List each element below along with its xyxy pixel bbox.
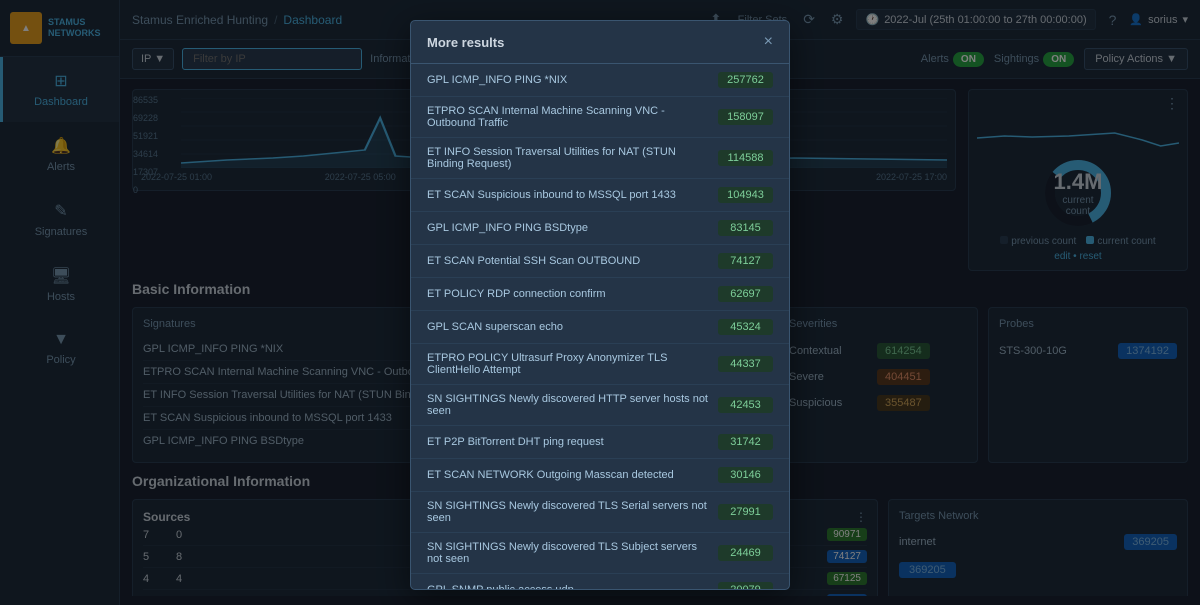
modal-sig-name-7: GPL SCAN superscan echo bbox=[427, 321, 718, 333]
modal-overlay: More results × GPL ICMP_INFO PING *NIX 2… bbox=[0, 0, 1200, 605]
modal-row-11: ET SCAN NETWORK Outgoing Masscan detecte… bbox=[411, 459, 789, 492]
modal-count-13: 24469 bbox=[718, 545, 773, 561]
modal-row-12: SN SIGHTINGS Newly discovered TLS Serial… bbox=[411, 492, 789, 533]
modal-row-9: SN SIGHTINGS Newly discovered HTTP serve… bbox=[411, 385, 789, 426]
modal-sig-name-5: ET SCAN Potential SSH Scan OUTBOUND bbox=[427, 255, 718, 267]
modal-sig-name-4: GPL ICMP_INFO PING BSDtype bbox=[427, 222, 718, 234]
modal-count-6: 62697 bbox=[718, 286, 773, 302]
modal-count-11: 30146 bbox=[718, 467, 773, 483]
modal-count-1: 158097 bbox=[718, 109, 773, 125]
modal-sig-name-9: SN SIGHTINGS Newly discovered HTTP serve… bbox=[427, 393, 718, 417]
modal-row-7: GPL SCAN superscan echo 45324 bbox=[411, 311, 789, 344]
modal-row-5: ET SCAN Potential SSH Scan OUTBOUND 7412… bbox=[411, 245, 789, 278]
modal-sig-name-14: GPL SNMP public access udp bbox=[427, 584, 718, 589]
modal-sig-name-1: ETPRO SCAN Internal Machine Scanning VNC… bbox=[427, 105, 718, 129]
modal-count-0: 257762 bbox=[718, 72, 773, 88]
modal-count-8: 44337 bbox=[718, 356, 773, 372]
modal-row-14: GPL SNMP public access udp 20079 bbox=[411, 574, 789, 589]
modal-count-10: 31742 bbox=[718, 434, 773, 450]
modal-row-6: ET POLICY RDP connection confirm 62697 bbox=[411, 278, 789, 311]
modal-count-5: 74127 bbox=[718, 253, 773, 269]
modal-sig-name-13: SN SIGHTINGS Newly discovered TLS Subjec… bbox=[427, 541, 718, 565]
modal-title: More results bbox=[427, 35, 504, 50]
modal-row-8: ETPRO POLICY Ultrasurf Proxy Anonymizer … bbox=[411, 344, 789, 385]
modal-count-14: 20079 bbox=[718, 582, 773, 589]
modal-count-2: 114588 bbox=[718, 150, 773, 166]
modal-count-12: 27991 bbox=[718, 504, 773, 520]
modal-sig-name-11: ET SCAN NETWORK Outgoing Masscan detecte… bbox=[427, 469, 718, 481]
modal-row-2: ET INFO Session Traversal Utilities for … bbox=[411, 138, 789, 179]
modal-header: More results × bbox=[411, 21, 789, 64]
modal-row-3: ET SCAN Suspicious inbound to MSSQL port… bbox=[411, 179, 789, 212]
modal-count-3: 104943 bbox=[718, 187, 773, 203]
modal-count-4: 83145 bbox=[718, 220, 773, 236]
modal-sig-name-6: ET POLICY RDP connection confirm bbox=[427, 288, 718, 300]
modal-count-7: 45324 bbox=[718, 319, 773, 335]
more-results-modal: More results × GPL ICMP_INFO PING *NIX 2… bbox=[410, 20, 790, 590]
modal-sig-name-2: ET INFO Session Traversal Utilities for … bbox=[427, 146, 718, 170]
modal-row-1: ETPRO SCAN Internal Machine Scanning VNC… bbox=[411, 97, 789, 138]
modal-row-0: GPL ICMP_INFO PING *NIX 257762 bbox=[411, 64, 789, 97]
modal-row-4: GPL ICMP_INFO PING BSDtype 83145 bbox=[411, 212, 789, 245]
modal-sig-name-8: ETPRO POLICY Ultrasurf Proxy Anonymizer … bbox=[427, 352, 718, 376]
modal-close-btn[interactable]: × bbox=[764, 33, 773, 51]
modal-sig-name-10: ET P2P BitTorrent DHT ping request bbox=[427, 436, 718, 448]
modal-sig-name-12: SN SIGHTINGS Newly discovered TLS Serial… bbox=[427, 500, 718, 524]
modal-sig-name-3: ET SCAN Suspicious inbound to MSSQL port… bbox=[427, 189, 718, 201]
modal-count-9: 42453 bbox=[718, 397, 773, 413]
modal-row-10: ET P2P BitTorrent DHT ping request 31742 bbox=[411, 426, 789, 459]
modal-row-13: SN SIGHTINGS Newly discovered TLS Subjec… bbox=[411, 533, 789, 574]
modal-body: GPL ICMP_INFO PING *NIX 257762 ETPRO SCA… bbox=[411, 64, 789, 589]
modal-sig-name-0: GPL ICMP_INFO PING *NIX bbox=[427, 74, 718, 86]
